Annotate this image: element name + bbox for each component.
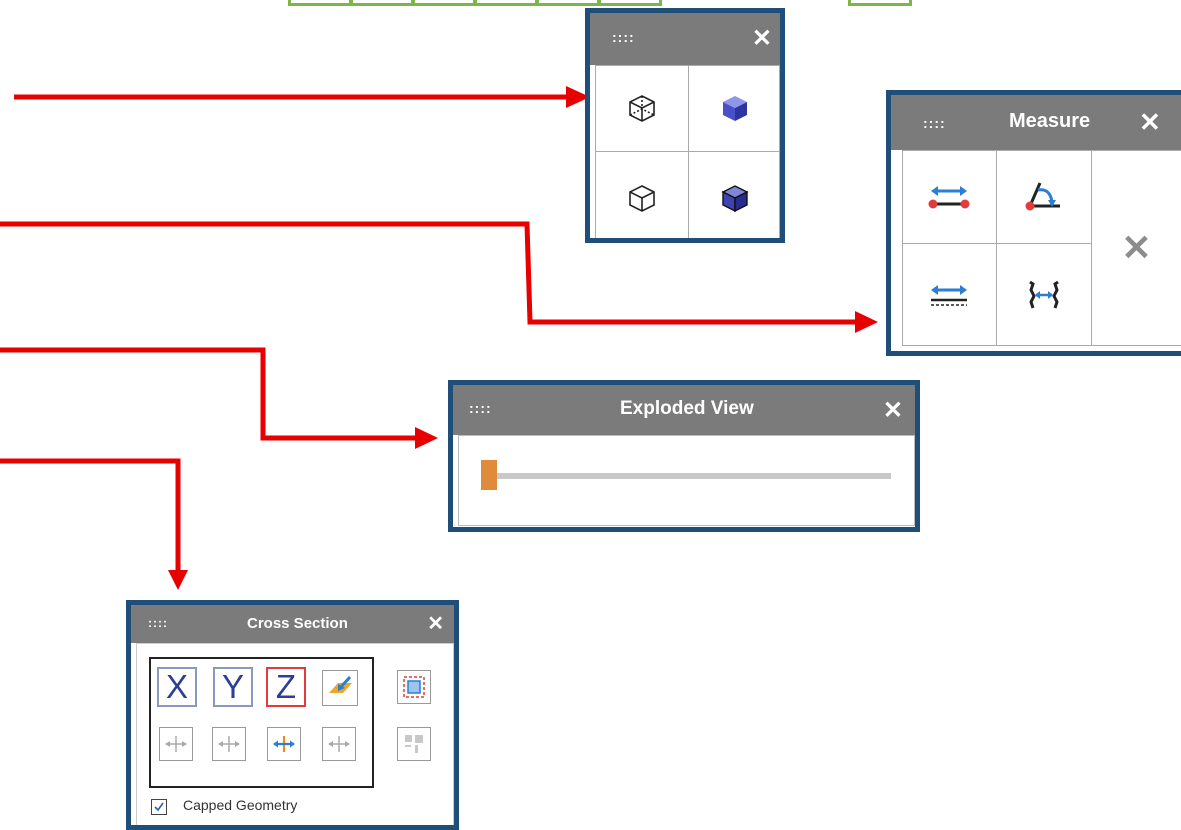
display-title-bar[interactable]: :::: ✕ [590, 13, 780, 65]
point-distance-icon [928, 185, 970, 208]
cross-section-panel: :::: Cross Section ✕ X Y Z Capped Geomet… [126, 600, 459, 830]
arrowhead-icon [168, 570, 188, 590]
section-box-icon [403, 676, 425, 698]
shaded-edges-mode-button[interactable] [689, 152, 780, 238]
panel-title: Exploded View [620, 398, 754, 419]
angle-icon [1025, 181, 1060, 210]
flip-arrows-icon [328, 736, 350, 752]
flip-z-button[interactable] [267, 727, 301, 761]
y-plane-button[interactable]: Y [213, 667, 253, 707]
point-distance-button[interactable] [902, 150, 996, 243]
measure-panel: :::: Measure ✕ ✕ [886, 90, 1181, 356]
custom-plane-button[interactable] [322, 670, 358, 706]
z-plane-button[interactable]: Z [266, 667, 306, 707]
panel-title: Measure [1009, 110, 1091, 132]
capped-geometry-label: Capped Geometry [183, 797, 298, 813]
flip-custom-button[interactable] [322, 727, 356, 761]
clear-measurements-button[interactable]: ✕ [1092, 150, 1181, 346]
arrowhead-icon [855, 311, 878, 333]
measure-title-bar[interactable]: :::: Measure ✕ [891, 95, 1181, 150]
shaded-edges-cube-icon [720, 184, 749, 212]
arrowhead-icon [415, 427, 438, 449]
clear-measurements-icon: ✕ [1121, 227, 1152, 268]
hidden-line-mode-button[interactable] [595, 152, 688, 238]
edge-distance-icon [931, 285, 967, 306]
display-panel: :::: ✕ [585, 8, 785, 243]
custom-plane-icon [329, 675, 352, 693]
cross-title-bar[interactable]: :::: Cross Section ✕ [131, 605, 454, 643]
exploded-view-panel: :::: Exploded View ✕ [448, 380, 920, 532]
flip-arrows-icon [273, 736, 295, 752]
close-button[interactable]: ✕ [427, 611, 444, 636]
drag-grip-icon[interactable]: :::: [612, 29, 635, 45]
section-options-button[interactable] [397, 727, 431, 761]
section-grid-icon [405, 735, 423, 753]
face-distance-icon [1029, 280, 1059, 309]
flip-arrows-icon [218, 736, 240, 752]
x-plane-button[interactable]: X [157, 667, 197, 707]
arrow-to-exploded-panel [0, 347, 416, 441]
angle-button[interactable] [997, 150, 1091, 243]
shaded-mode-button[interactable] [689, 65, 780, 151]
panel-title: Cross Section [247, 615, 348, 632]
hidden-line-cube-icon [628, 184, 655, 212]
drag-grip-icon[interactable]: :::: [148, 616, 168, 630]
flip-arrows-icon [165, 736, 187, 752]
wireframe-mode-button[interactable] [595, 65, 688, 151]
exploded-title-bar[interactable]: :::: Exploded View ✕ [453, 385, 915, 435]
check-icon [154, 802, 164, 812]
explode-slider[interactable] [481, 460, 891, 490]
close-button[interactable]: ✕ [1139, 107, 1161, 138]
flip-y-button[interactable] [212, 727, 246, 761]
slider-track [481, 473, 891, 479]
edge-distance-button[interactable] [902, 244, 996, 346]
section-box-button[interactable] [397, 670, 431, 704]
drag-grip-icon[interactable]: :::: [923, 115, 946, 131]
drag-grip-icon[interactable]: :::: [469, 400, 492, 416]
wireframe-cube-icon [628, 95, 655, 122]
slider-thumb[interactable] [481, 460, 497, 490]
close-button[interactable]: ✕ [752, 24, 772, 53]
arrow-to-cross-panel [0, 458, 181, 574]
face-distance-button[interactable] [997, 244, 1091, 346]
capped-geometry-checkbox[interactable] [151, 799, 167, 815]
close-button[interactable]: ✕ [883, 396, 903, 425]
flip-x-button[interactable] [159, 727, 193, 761]
shaded-cube-icon [722, 96, 747, 121]
